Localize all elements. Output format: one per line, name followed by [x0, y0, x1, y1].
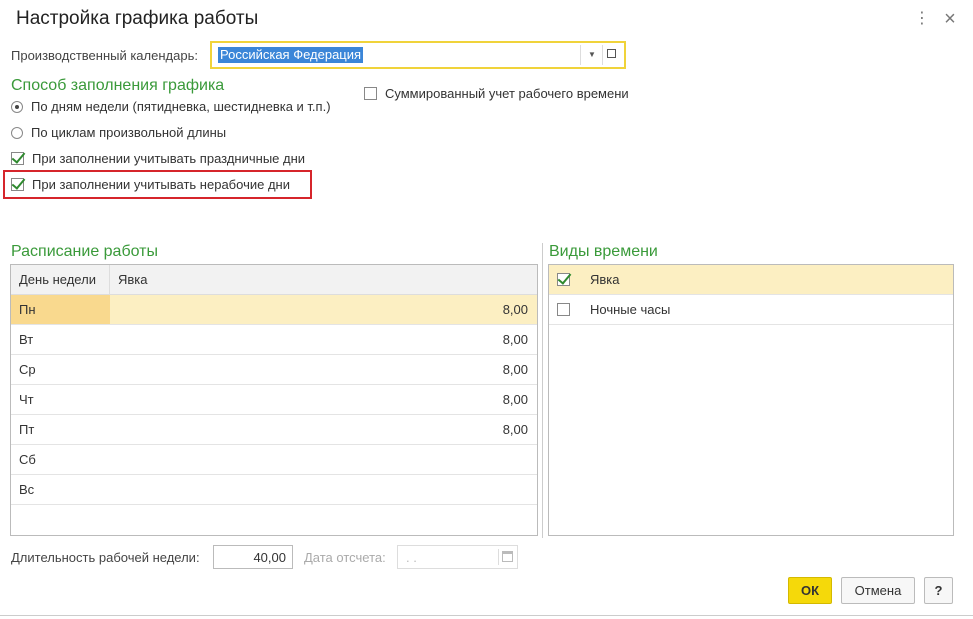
- radio-cycles-label: По циклам произвольной длины: [31, 125, 227, 140]
- window-title: Настройка графика работы: [16, 8, 259, 29]
- table-row[interactable]: Пн 8,00: [11, 295, 537, 325]
- week-length-label: Длительность рабочей недели:: [11, 550, 200, 565]
- table-row[interactable]: Пт 8,00: [11, 415, 537, 445]
- schedule-heading: Расписание работы: [11, 243, 158, 260]
- more-icon[interactable]: ⋮: [914, 10, 930, 28]
- table-row[interactable]: Вс: [11, 475, 537, 505]
- radio-weekdays-row[interactable]: По дням недели (пятидневка, шестидневка …: [11, 99, 331, 114]
- radio-weekdays[interactable]: [11, 100, 23, 113]
- schedule-header: День недели Явка: [11, 265, 537, 295]
- chk-holidays-row[interactable]: При заполнении учитывать праздничные дни: [11, 151, 305, 166]
- calendar-field[interactable]: Российская Федерация ▼: [210, 41, 626, 69]
- list-item[interactable]: Явка: [549, 265, 953, 295]
- chk-nonworking[interactable]: [11, 178, 24, 191]
- calendar-input[interactable]: Российская Федерация: [218, 47, 364, 63]
- day-cell[interactable]: Пт: [11, 415, 110, 444]
- attendance-cell[interactable]: 8,00: [110, 302, 537, 317]
- time-types-heading: Виды времени: [549, 243, 658, 260]
- attendance-cell[interactable]: 8,00: [110, 362, 537, 377]
- calendar-icon[interactable]: [502, 551, 513, 562]
- col-day-header[interactable]: День недели: [11, 265, 110, 294]
- dropdown-icon[interactable]: ▼: [584, 46, 600, 64]
- day-cell[interactable]: Чт: [11, 385, 110, 414]
- time-type-checkbox[interactable]: [557, 273, 570, 286]
- chk-holidays[interactable]: [11, 152, 24, 165]
- chk-summarized-label: Суммированный учет рабочего времени: [385, 86, 629, 101]
- day-cell[interactable]: Сб: [11, 445, 110, 474]
- time-type-checkbox[interactable]: [557, 303, 570, 316]
- chk-nonworking-label: При заполнении учитывать нерабочие дни: [32, 177, 290, 192]
- attendance-cell[interactable]: 8,00: [110, 392, 537, 407]
- chk-summarized-row[interactable]: Суммированный учет рабочего времени: [364, 86, 629, 101]
- ref-date-value: . .: [406, 550, 417, 565]
- list-item[interactable]: Ночные часы: [549, 295, 953, 325]
- time-types-list[interactable]: Явка Ночные часы: [548, 264, 954, 536]
- calendar-label: Производственный календарь:: [11, 48, 198, 63]
- ref-date-label: Дата отсчета:: [304, 550, 386, 565]
- ref-date-input[interactable]: . .: [397, 545, 518, 569]
- col-attendance-header[interactable]: Явка: [110, 272, 148, 287]
- schedule-table[interactable]: День недели Явка Пн 8,00 Вт 8,00 Ср 8,00 Чт 8,0…: [10, 264, 538, 536]
- time-type-label: Явка: [590, 272, 620, 287]
- fill-method-heading: Способ заполнения графика: [11, 77, 225, 94]
- radio-weekdays-label: По дням недели (пятидневка, шестидневка …: [31, 99, 331, 114]
- close-icon[interactable]: ×: [942, 9, 958, 29]
- chk-holidays-label: При заполнении учитывать праздничные дни: [32, 151, 306, 166]
- chk-summarized[interactable]: [364, 87, 377, 100]
- open-icon[interactable]: [607, 49, 616, 58]
- radio-cycles-row[interactable]: По циклам произвольной длины: [11, 125, 226, 140]
- table-row[interactable]: Чт 8,00: [11, 385, 537, 415]
- radio-cycles[interactable]: [11, 126, 23, 139]
- week-length-input[interactable]: 40,00: [213, 545, 293, 569]
- day-cell[interactable]: Ср: [11, 355, 110, 384]
- ok-button[interactable]: ОК: [788, 577, 832, 604]
- table-row[interactable]: Ср 8,00: [11, 355, 537, 385]
- time-type-label: Ночные часы: [590, 302, 671, 317]
- help-button[interactable]: ?: [924, 577, 953, 604]
- chk-nonworking-row[interactable]: При заполнении учитывать нерабочие дни: [11, 177, 290, 192]
- attendance-cell[interactable]: 8,00: [110, 422, 537, 437]
- day-cell[interactable]: Вс: [11, 475, 110, 504]
- cancel-button[interactable]: Отмена: [841, 577, 915, 604]
- table-row[interactable]: Сб: [11, 445, 537, 475]
- day-cell[interactable]: Вт: [11, 325, 110, 354]
- day-cell[interactable]: Пн: [11, 295, 110, 324]
- table-row[interactable]: Вт 8,00: [11, 325, 537, 355]
- attendance-cell[interactable]: 8,00: [110, 332, 537, 347]
